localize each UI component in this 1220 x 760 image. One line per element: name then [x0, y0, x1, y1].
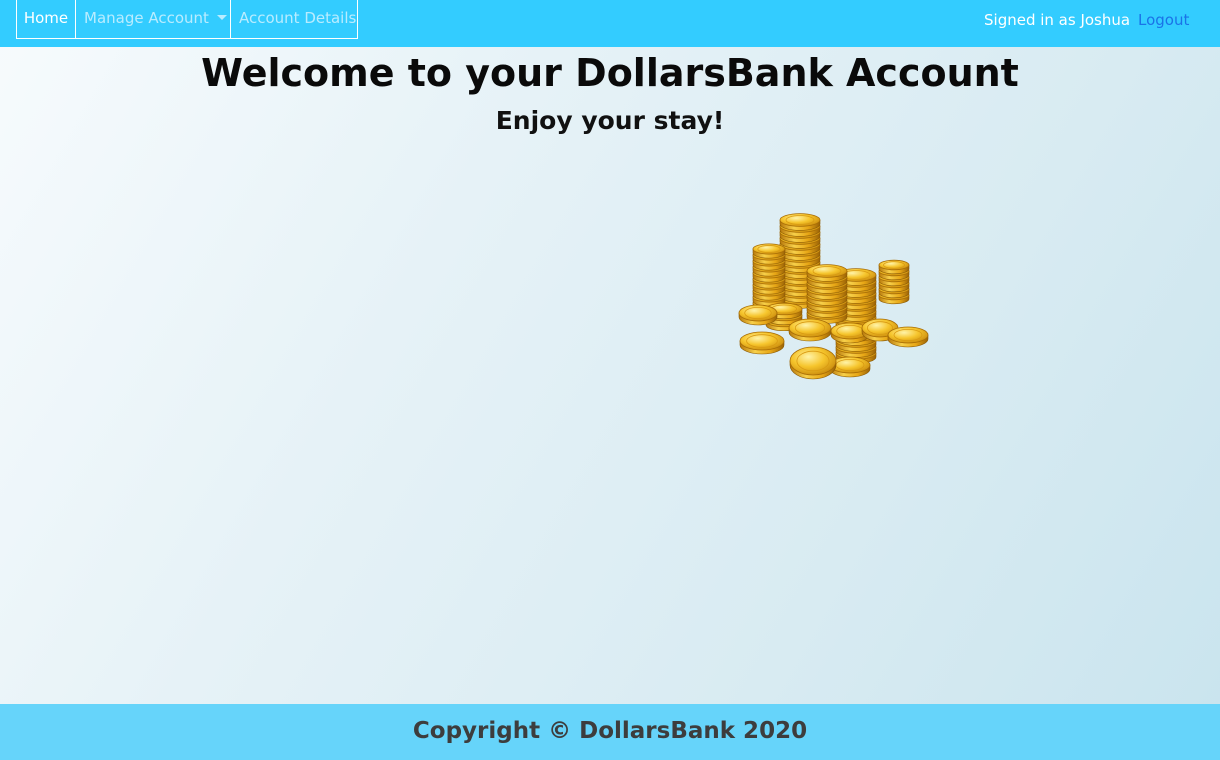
nav-account-details-link[interactable]: Account Details	[230, 0, 358, 39]
chevron-down-icon	[216, 15, 227, 20]
signed-in-status: Signed in as Joshua	[984, 11, 1131, 29]
page-subtitle: Enjoy your stay!	[495, 106, 725, 135]
nav-home-link[interactable]: Home	[16, 0, 76, 39]
page-title: Welcome to your DollarsBank Account	[201, 51, 1019, 95]
nav-manage-account-label: Manage Account	[84, 9, 209, 27]
nav-manage-account-dropdown[interactable]: Manage Account	[75, 0, 231, 39]
nav-home-label: Home	[23, 9, 69, 27]
gold-coins-icon	[730, 143, 935, 393]
top-navbar: Home Manage Account Account Details Sign…	[0, 0, 1220, 47]
nav-account-details-label: Account Details	[239, 9, 357, 27]
page-footer: Copyright © DollarsBank 2020	[0, 704, 1220, 760]
copyright-text: Copyright © DollarsBank 2020	[412, 718, 808, 744]
logout-link[interactable]: Logout	[1138, 0, 1189, 40]
